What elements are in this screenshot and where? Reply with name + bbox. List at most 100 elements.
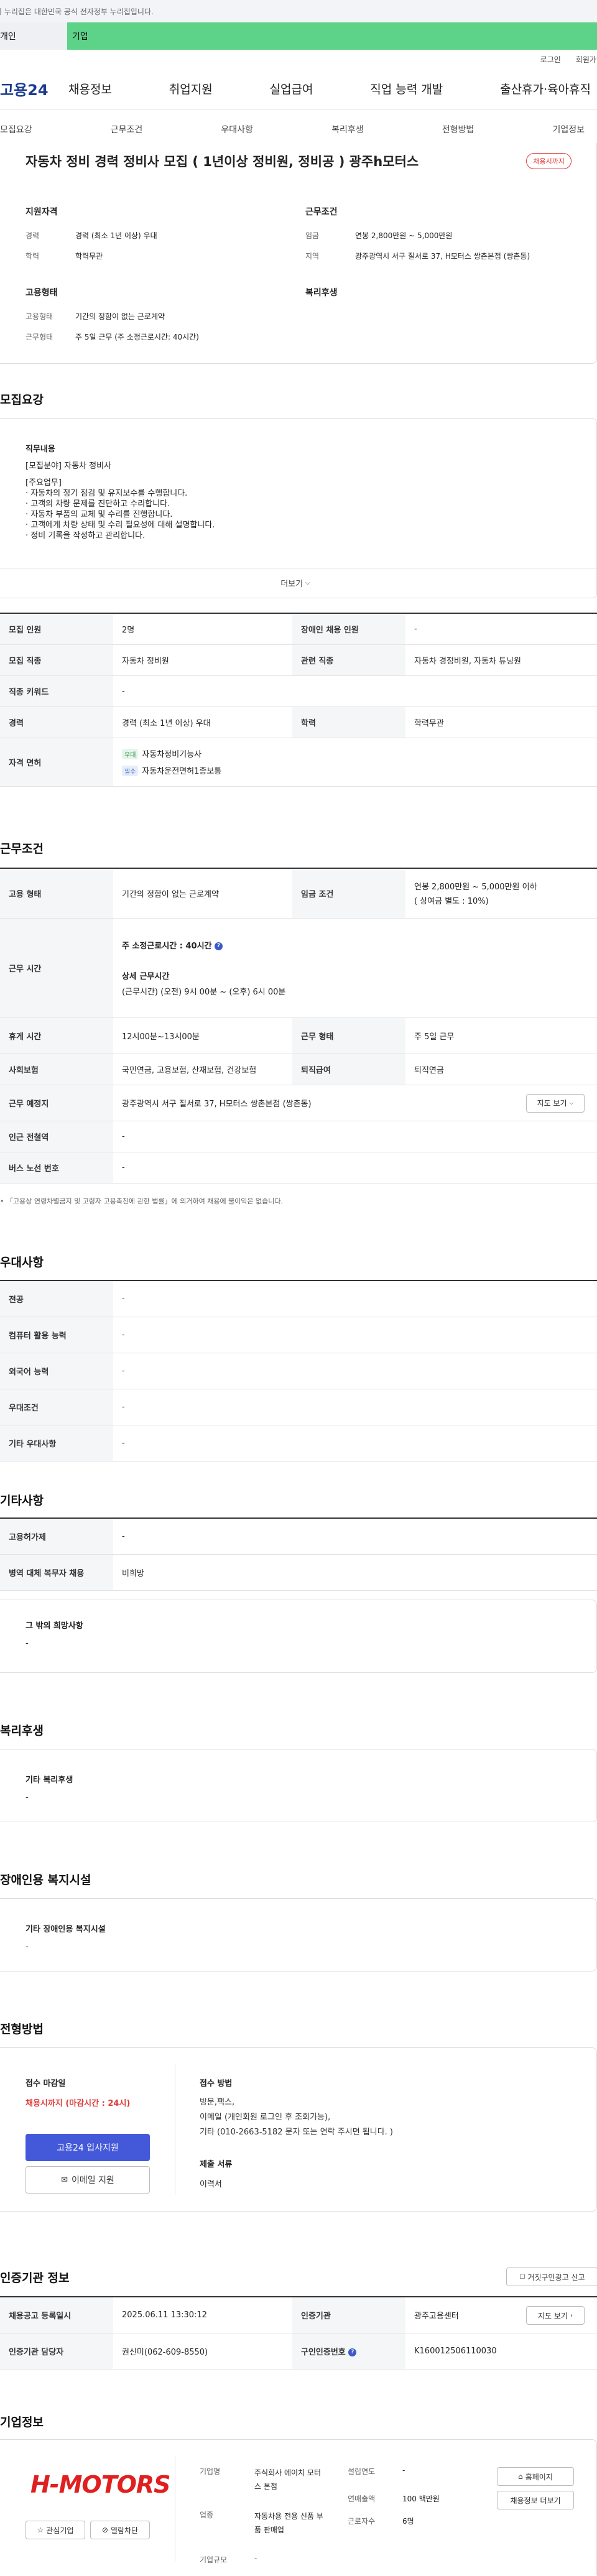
company-logo: H-MOTORS	[30, 2471, 171, 2498]
etc-section-title: 기타사항	[0, 1494, 44, 1508]
cond-title: 근무조건	[305, 207, 338, 217]
license-list: 우대 자동차정비기능사 필수 자동차운전면허1종보통	[113, 738, 597, 787]
deadline-value: 채용시까지 (마감시간 : 24시)	[25, 2099, 131, 2108]
sales-label: 연매출액	[348, 2495, 376, 2503]
method-content: 방문,팩스, 이메일 (개인회원 로그인 후 조회가능), 기타 (010-26…	[200, 2095, 393, 2140]
tab-personal-label: 개인	[0, 32, 16, 42]
cert-section-title: 인증기관 정보	[0, 2271, 70, 2285]
chevron-right-icon: ›	[570, 2312, 573, 2319]
lock-icon: ☐	[519, 2273, 525, 2281]
chevron-down-icon: ⌵	[569, 1100, 574, 1106]
docs-value: 이력서	[200, 2180, 222, 2189]
tab-company[interactable]: 기업	[67, 22, 597, 50]
status-badge: 채용시까지	[526, 153, 572, 169]
row-label: 버스 노선 번호	[0, 1152, 113, 1184]
row-label: 사회보험	[0, 1054, 113, 1085]
row-value: -	[113, 1353, 597, 1389]
subnav-work[interactable]: 근무조건	[111, 123, 143, 136]
table-row: 인근 전철역 -	[0, 1121, 597, 1152]
subnav-company[interactable]: 기업정보	[552, 123, 585, 136]
gov-banner: 이 누리집은 대한민국 공식 전자정부 누리집입니다.	[0, 0, 597, 22]
site-logo[interactable]: 고용24	[0, 78, 68, 100]
row-label: 휴게 시간	[0, 1017, 113, 1054]
row-label: 자격 면허	[0, 738, 113, 787]
size-value: -	[254, 2554, 257, 2563]
apply-button-label: 고용24 입사지원	[57, 2143, 119, 2153]
gnb-training[interactable]: 직업 능력 개발	[370, 80, 443, 97]
more-jobs-button[interactable]: 채용정보 더보기	[497, 2491, 574, 2509]
row-label: 고용 형태	[0, 868, 113, 919]
row-value: 자동차 정비원	[113, 644, 292, 676]
job-summary-card: 자동차 정비 경력 정비사 모집 ( 1년이상 정비원, 정비공 ) 광주h모터…	[0, 143, 597, 364]
org-map-button[interactable]: 지도 보기 ›	[526, 2306, 585, 2325]
row-value: 권신미(062-609-8550)	[113, 2333, 292, 2370]
duty-line: [모집분야] 자동차 정비사	[25, 461, 112, 471]
gnb-benefit[interactable]: 실업급여	[270, 80, 313, 97]
subnav-welfare[interactable]: 복리후생	[331, 123, 364, 136]
row-label: 인증기관	[292, 2297, 405, 2333]
star-icon: ☆	[37, 2526, 44, 2534]
duty-line: · 고객에게 차량 상태 및 수리 필요성에 대해 설명합니다.	[25, 521, 215, 530]
join-link[interactable]: 회원가입	[576, 54, 597, 65]
row-label: 구인인증번호 ?	[292, 2333, 405, 2370]
wage-bonus: ( 상여금 별도 : 10%)	[414, 897, 489, 907]
interest-company-button[interactable]: ☆ 관심기업	[25, 2521, 85, 2539]
hours-detail: (근무시간) (오전) 9시 00분 ~ (오후) 6시 00분	[122, 987, 286, 997]
tab-personal[interactable]: 개인	[0, 22, 67, 50]
size-label: 기업규모	[200, 2555, 228, 2564]
row-label: 관련 직종	[292, 644, 405, 676]
license-name: 자동차운전면허1종보통	[142, 767, 222, 776]
info-icon[interactable]: ?	[348, 2348, 357, 2356]
table-row: 기타 우대사항 -	[0, 1425, 597, 1462]
login-link[interactable]: 로그인	[540, 54, 561, 65]
more-label: 더보기	[280, 580, 303, 589]
email-apply-button[interactable]: ✉ 이메일 지원	[25, 2166, 150, 2194]
subnav-selection[interactable]: 전형방법	[442, 123, 474, 136]
welfare-section-title: 복리후생	[0, 1724, 44, 1738]
row-label: 채용공고 등록일시	[0, 2297, 113, 2333]
row-value: -	[113, 1152, 597, 1184]
row-value: 12시00분~13시00분	[113, 1017, 292, 1054]
row-value: 비희망	[113, 1554, 597, 1591]
etc-table: 고용허가제 - 병역 대체 복무자 채용 비희망	[0, 1517, 597, 1591]
year-label: 설립연도	[348, 2467, 376, 2476]
row-value: 2025.06.11 13:30:12	[113, 2297, 292, 2333]
map-button[interactable]: 지도 보기 ⌵	[526, 1093, 585, 1113]
table-row: 자격 면허 우대 자동차정비기능사 필수 자동차운전면허1종보통	[0, 738, 597, 787]
welfare-box-value: -	[25, 1793, 29, 1802]
row-label: 퇴직급여	[292, 1054, 405, 1085]
row-value: -	[113, 675, 597, 707]
method-line: 이메일 (개인회원 로그인 후 조회가능),	[200, 2113, 331, 2122]
homepage-button[interactable]: ⌂ 홈페이지	[497, 2467, 574, 2486]
row-value: 연봉 2,800만원 ~ 5,000만원 이하 ( 상여금 별도 : 10%)	[405, 868, 597, 919]
recruit-table: 모집 인원 2명 장애인 채용 인원 - 모집 직종 자동차 정비원 관련 직종 자동차…	[0, 613, 597, 787]
block-view-button[interactable]: ⊘ 열람차단	[90, 2521, 150, 2539]
tab-company-label: 기업	[72, 32, 88, 42]
util-links: 로그인 회원가입	[0, 50, 597, 68]
welfare-box-title: 기타 복리후생	[25, 1776, 73, 1785]
row-value: -	[405, 613, 597, 645]
apply-button[interactable]: 고용24 입사지원	[25, 2134, 150, 2161]
hours-week: 주 소정근로시간 : 40시간	[122, 941, 212, 951]
row-value: 자동차 경정비원, 자동차 튜닝원	[405, 644, 597, 676]
row-value: -	[113, 1389, 597, 1425]
subnav-pref[interactable]: 우대사항	[221, 123, 253, 136]
table-row: 고용허가제 -	[0, 1518, 597, 1555]
gnb-support[interactable]: 취업지원	[169, 80, 213, 97]
subnav-recruit[interactable]: 모집요강	[0, 123, 32, 136]
deadline-title: 접수 마감일	[25, 2079, 66, 2088]
more-button[interactable]: 더보기 ⌵	[0, 568, 596, 598]
duty-line: [주요업무]	[25, 478, 62, 488]
hours-detail-title: 상세 근무시간	[122, 971, 170, 981]
report-fake-ad-button[interactable]: ☐ 거짓구인광고 신고	[506, 2268, 597, 2286]
info-icon[interactable]: ?	[215, 942, 223, 950]
company-card: H-MOTORS ☆ 관심기업 ⊘ 열람차단 기업명 주식회사 에이치 모터스 본점…	[0, 2439, 597, 2575]
pref-table: 전공 - 컴퓨터 활용 능력 - 외국어 능력 - 우대조건 - 기타 우대사항 -	[0, 1280, 597, 1462]
disabled-box-value: -	[25, 1942, 29, 1952]
gnb-jobs[interactable]: 채용정보	[68, 80, 112, 97]
etc-box-title: 그 밖의 희망사항	[25, 1621, 83, 1631]
row-label: 모집 인원	[0, 613, 113, 645]
gnb-leave[interactable]: 출산휴가·육아휴직	[500, 80, 591, 97]
duty-line	[25, 471, 215, 478]
method-line: 기타 (010-2663-5182 문자 또는 연락 주시면 됩니다. )	[200, 2128, 394, 2137]
